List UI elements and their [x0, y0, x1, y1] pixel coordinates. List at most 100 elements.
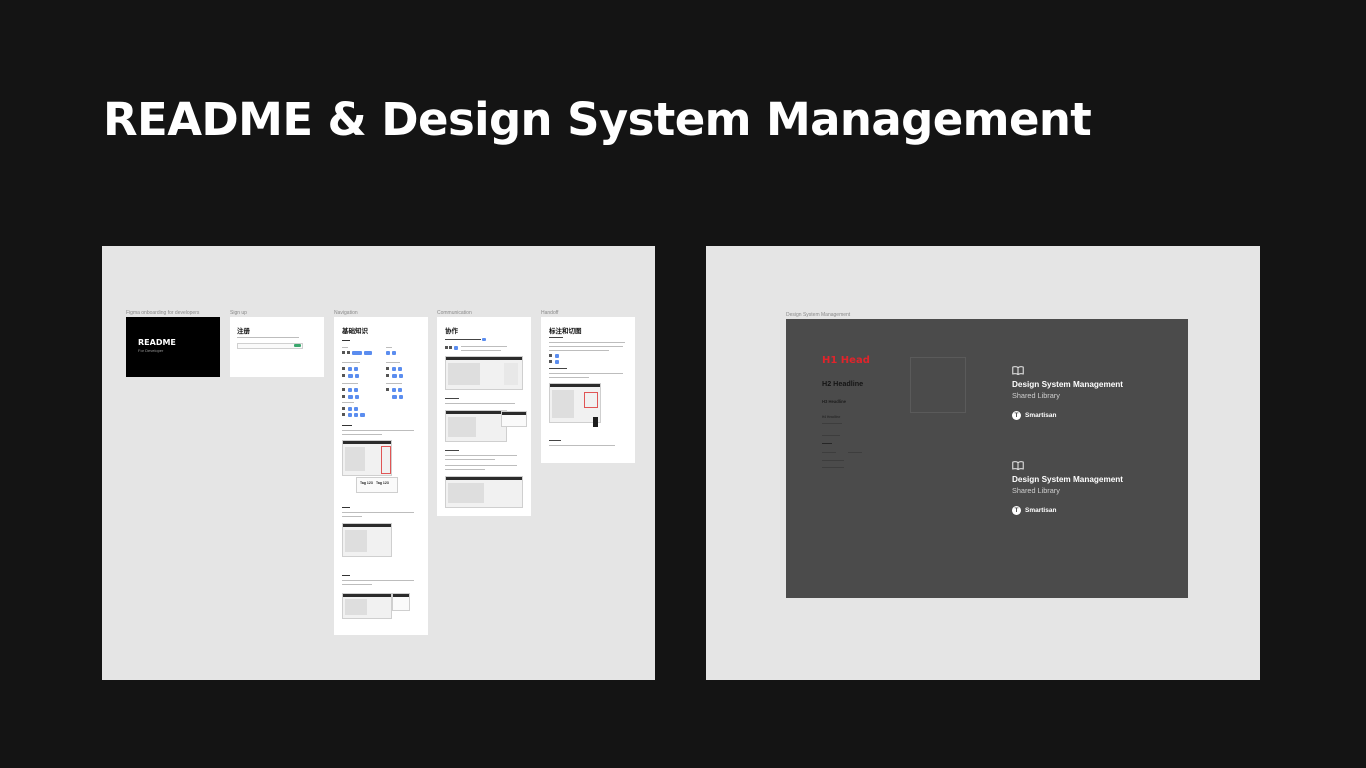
shortcut-chip: [348, 407, 352, 411]
readme-board[interactable]: Figma onboarding for developers README F…: [102, 246, 655, 680]
typography-sample-line: [822, 435, 840, 436]
shortcut-chip: [348, 395, 353, 399]
text-line: [549, 440, 561, 442]
shortcut-key-icon: [342, 351, 345, 354]
text-line: [342, 383, 358, 385]
text-line: [461, 350, 501, 352]
screenshot-thumbnail: [445, 476, 523, 508]
shortcut-key-icon: [549, 354, 552, 357]
page-title: README & Design System Management: [103, 93, 1092, 146]
shortcut-key-icon: [342, 367, 345, 370]
typography-sample-line: [822, 467, 844, 468]
text-line: [237, 337, 299, 339]
book-icon: [1012, 461, 1024, 470]
text-line: [549, 342, 625, 344]
popover-thumbnail: [501, 411, 527, 427]
text-line: [549, 346, 623, 348]
readme-card-subtitle: For Developer: [138, 348, 164, 353]
navigation-heading: 基础知识: [342, 328, 368, 335]
component-placeholder: [910, 357, 966, 413]
shortcut-chip: [555, 360, 559, 364]
text-line: [549, 377, 589, 379]
text-line: [342, 580, 414, 582]
text-line: [445, 469, 485, 471]
text-line: [386, 383, 402, 385]
screenshot-thumbnail: [342, 440, 392, 476]
text-line: [549, 368, 567, 370]
design-system-board[interactable]: Design System Management H1 Head H2 Head…: [706, 246, 1260, 680]
text-line: [549, 445, 615, 447]
readme-card-title: README: [138, 338, 176, 347]
shortcut-chip: [392, 395, 397, 399]
shortcut-key-icon: [445, 346, 448, 349]
text-line: [342, 430, 414, 432]
frame-label-onboarding: Figma onboarding for developers: [126, 310, 200, 316]
shortcut-chip: [352, 351, 362, 355]
shortcut-chip: [399, 374, 403, 378]
shortcut-key-icon: [347, 351, 350, 354]
screenshot-thumbnail: [342, 523, 392, 557]
text-line: [386, 347, 392, 349]
navigation-frame[interactable]: 基础知识 Tag 123 Tag 123: [334, 317, 428, 635]
shortcut-key-icon: [342, 395, 345, 398]
frame-label-navigation: Navigation: [334, 310, 358, 316]
shortcut-key-icon: [386, 367, 389, 370]
text-line: [445, 450, 459, 452]
text-line: [342, 402, 354, 404]
shortcut-key-icon: [386, 388, 389, 391]
tag-label: Tag 123: [376, 481, 389, 485]
readme-cover-frame[interactable]: README For Developer: [126, 317, 220, 377]
signup-button-mock: [294, 343, 301, 347]
typography-sample-line: [822, 452, 836, 453]
shortcut-chip: [386, 351, 390, 355]
text-line: [549, 350, 609, 352]
frame-label-handoff: Handoff: [541, 310, 559, 316]
shortcut-chip: [398, 388, 402, 392]
frame-label-design-system: Design System Management: [786, 312, 851, 318]
shortcut-chip: [348, 374, 353, 378]
screenshot-thumbnail: [445, 356, 523, 390]
typography-sample-line: [822, 443, 832, 444]
typography-sample-line: [848, 452, 862, 453]
text-line: [342, 347, 348, 349]
text-line: [342, 362, 360, 364]
book-icon: [1012, 366, 1024, 375]
text-line: [342, 425, 352, 427]
communication-frame[interactable]: 协作: [437, 317, 531, 516]
design-system-frame[interactable]: H1 Head H2 Headline H3 Headline H4 Headl…: [786, 319, 1188, 598]
text-line: [549, 373, 623, 375]
shortcut-chip: [364, 351, 372, 355]
shortcut-key-icon: [342, 374, 345, 377]
shortcut-chip: [354, 407, 358, 411]
text-line: [445, 459, 495, 461]
shortcut-chip: [355, 395, 359, 399]
text-line: [445, 455, 517, 457]
shortcut-key-icon: [342, 388, 345, 391]
shortcut-chip: [399, 395, 403, 399]
shortcut-chip: [392, 388, 396, 392]
tag-label: Tag 123: [360, 481, 373, 485]
frame-label-communication: Communication: [437, 310, 472, 316]
shortcut-chip: [360, 413, 365, 417]
library-title: Design System Management: [1012, 380, 1124, 389]
screenshot-thumbnail: [445, 410, 507, 442]
shortcut-key-icon: [449, 346, 452, 349]
library-subtitle: Shared Library: [1012, 486, 1060, 495]
brand-logo-icon: T: [1012, 411, 1021, 420]
typography-h3: H3 Headline: [822, 399, 846, 404]
text-line: [342, 340, 350, 342]
signup-frame[interactable]: 注册: [230, 317, 324, 377]
typography-sample-line: [822, 460, 844, 461]
shortcut-chip: [392, 374, 397, 378]
typography-h1: H1 Head: [822, 355, 870, 366]
text-line: [445, 465, 517, 467]
typography-sample-line: [822, 423, 842, 424]
brand-name: Smartisan: [1025, 412, 1057, 419]
shortcut-key-icon: [549, 360, 552, 363]
shortcut-chip: [398, 367, 402, 371]
handoff-heading: 标注和切图: [549, 328, 582, 335]
library-subtitle: Shared Library: [1012, 391, 1060, 400]
shortcut-chip: [354, 388, 358, 392]
shortcut-chip: [555, 354, 559, 358]
handoff-frame[interactable]: 标注和切图: [541, 317, 635, 463]
